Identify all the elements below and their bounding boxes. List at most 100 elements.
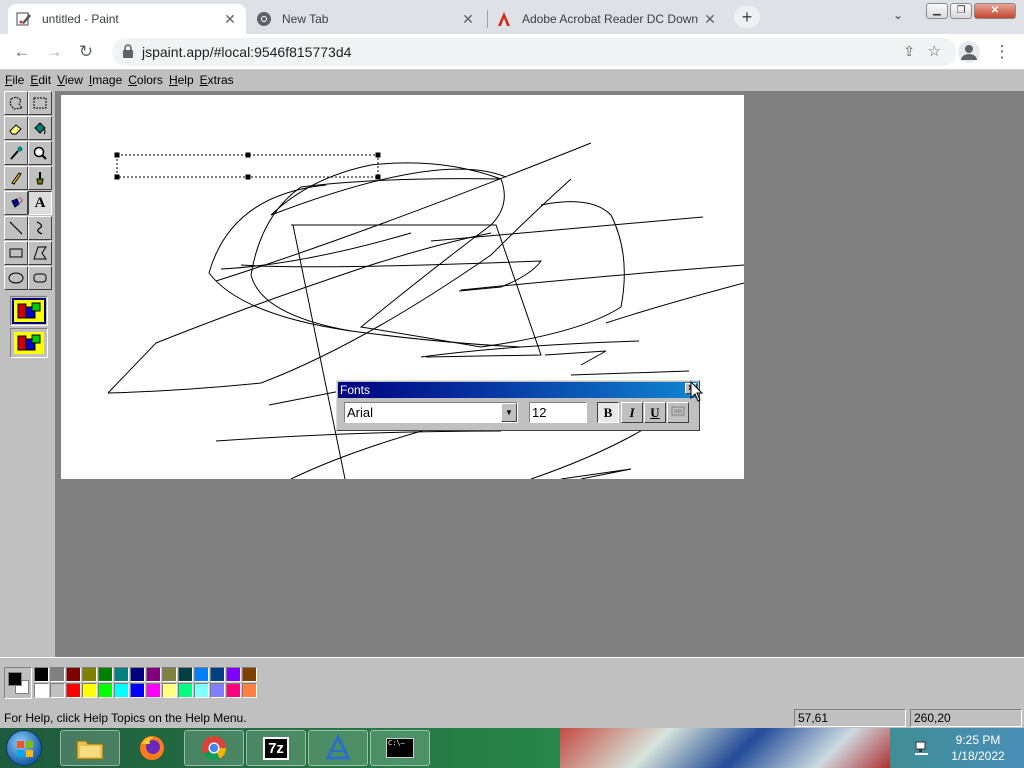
select-tool[interactable] — [28, 91, 52, 115]
palette-color-swatch[interactable] — [130, 683, 145, 698]
polygon-icon — [33, 246, 47, 260]
opaque-background-option[interactable] — [10, 296, 48, 326]
start-button[interactable] — [6, 730, 42, 766]
palette-color-swatch[interactable] — [226, 667, 241, 682]
bookmark-star-icon[interactable]: ☆ — [928, 42, 941, 60]
profile-avatar[interactable] — [958, 41, 980, 63]
palette-color-swatch[interactable] — [130, 667, 145, 682]
foreground-color-swatch[interactable] — [8, 672, 22, 686]
address-bar[interactable]: jspaint.app/#local:9546f815773d4 ⇪ ☆ — [112, 38, 957, 66]
font-size-input[interactable]: 12 — [529, 402, 587, 423]
palette-color-swatch[interactable] — [178, 683, 193, 698]
menu-help[interactable]: Help — [166, 70, 197, 91]
palette-color-swatch[interactable] — [146, 683, 161, 698]
curve-tool[interactable] — [28, 216, 52, 240]
tab-search-chevron-icon[interactable]: ⌄ — [888, 8, 908, 26]
rectangle-icon — [9, 248, 23, 258]
palette-color-swatch[interactable] — [146, 667, 161, 682]
app-launcher-button[interactable] — [308, 730, 368, 766]
palette-color-swatch[interactable] — [162, 667, 177, 682]
transparent-background-option[interactable] — [10, 328, 48, 358]
palette-color-swatch[interactable] — [66, 683, 81, 698]
pencil-icon — [11, 172, 22, 185]
fill-with-color-tool[interactable] — [28, 116, 52, 140]
chevron-down-icon[interactable]: ▼ — [501, 403, 517, 422]
palette-color-swatch[interactable] — [162, 683, 177, 698]
palette-color-swatch[interactable] — [194, 683, 209, 698]
ellipse-tool[interactable] — [4, 266, 28, 290]
palette-color-swatch[interactable] — [66, 667, 81, 682]
close-icon[interactable]: ✕ — [702, 11, 718, 28]
bold-button[interactable]: B — [597, 402, 619, 423]
palette-color-swatch[interactable] — [114, 683, 129, 698]
magnifier-tool[interactable] — [28, 141, 52, 165]
forward-arrow-icon[interactable]: → — [44, 42, 64, 62]
eraser-tool[interactable] — [4, 116, 28, 140]
pencil-tool[interactable] — [4, 166, 28, 190]
taskbar-wallpaper — [560, 728, 890, 768]
status-help-text: For Help, click Help Topics on the Help … — [4, 711, 247, 725]
new-tab-button[interactable]: + — [734, 6, 760, 28]
palette-color-swatch[interactable] — [210, 683, 225, 698]
chrome-button[interactable] — [184, 730, 244, 766]
menu-edit[interactable]: Edit — [27, 70, 54, 91]
palette-color-swatch[interactable] — [178, 667, 193, 682]
brush-tool[interactable] — [28, 166, 52, 190]
palette-color-swatch[interactable] — [210, 667, 225, 682]
window-close-button[interactable]: ✕ — [974, 3, 1016, 19]
palette-color-swatch[interactable] — [242, 683, 257, 698]
rounded-rectangle-tool[interactable] — [28, 266, 52, 290]
lock-icon — [122, 44, 134, 61]
palette-color-swatch[interactable] — [114, 667, 129, 682]
menu-colors[interactable]: Colors — [125, 70, 166, 91]
status-cursor-position: 57,61 — [794, 709, 906, 727]
text-tool[interactable]: A — [28, 191, 52, 215]
palette-color-swatch[interactable] — [50, 667, 65, 682]
vertical-text-button[interactable] — [667, 402, 689, 423]
tab-acrobat[interactable]: Adobe Acrobat Reader DC Down ✕ — [488, 4, 726, 34]
palette-color-swatch[interactable] — [82, 667, 97, 682]
maximize-button[interactable]: ❐ — [950, 3, 972, 19]
font-family-select[interactable]: Arial ▼ — [344, 402, 518, 423]
taskbar-clock[interactable]: 9:25 PM 1/18/2022 — [936, 732, 1020, 764]
palette-color-swatch[interactable] — [242, 667, 257, 682]
command-prompt-button[interactable]: C:\— — [370, 730, 430, 766]
minimize-button[interactable]: ▁ — [926, 3, 948, 19]
tab-new-tab[interactable]: New Tab ✕ — [248, 4, 484, 34]
palette-color-swatch[interactable] — [50, 683, 65, 698]
line-tool[interactable] — [4, 216, 28, 240]
free-form-select-tool[interactable] — [4, 91, 28, 115]
menu-image[interactable]: Image — [86, 70, 125, 91]
menu-extras[interactable]: Extras — [197, 70, 237, 91]
folder-icon — [76, 740, 104, 760]
palette-color-swatch[interactable] — [34, 667, 49, 682]
network-icon[interactable] — [914, 740, 930, 759]
airbrush-tool[interactable] — [4, 191, 28, 215]
7zip-button[interactable]: 7z — [246, 730, 306, 766]
rounded-rectangle-icon — [33, 273, 47, 283]
rectangle-tool[interactable] — [4, 241, 28, 265]
reload-icon[interactable]: ↻ — [76, 42, 96, 62]
palette-color-swatch[interactable] — [226, 683, 241, 698]
back-arrow-icon[interactable]: ← — [12, 42, 32, 62]
menu-file[interactable]: File — [2, 70, 27, 91]
palette-color-swatch[interactable] — [98, 683, 113, 698]
file-explorer-button[interactable] — [60, 730, 120, 766]
pick-color-tool[interactable] — [4, 141, 28, 165]
polygon-tool[interactable] — [28, 241, 52, 265]
firefox-icon — [140, 736, 164, 760]
more-menu-icon[interactable]: ⋮ — [992, 42, 1012, 62]
firefox-button[interactable] — [122, 730, 182, 766]
tab-untitled-paint[interactable]: untitled - Paint ✕ — [8, 4, 246, 34]
palette-color-swatch[interactable] — [34, 683, 49, 698]
paint-icon — [16, 11, 32, 27]
palette-color-swatch[interactable] — [98, 667, 113, 682]
menu-view[interactable]: View — [54, 70, 86, 91]
share-icon[interactable]: ⇪ — [903, 43, 915, 60]
palette-color-swatch[interactable] — [194, 667, 209, 682]
close-icon[interactable]: ✕ — [460, 11, 476, 28]
close-icon[interactable]: ✕ — [222, 11, 238, 28]
underline-button[interactable]: U — [644, 402, 666, 423]
palette-color-swatch[interactable] — [82, 683, 97, 698]
italic-button[interactable]: I — [621, 402, 643, 423]
